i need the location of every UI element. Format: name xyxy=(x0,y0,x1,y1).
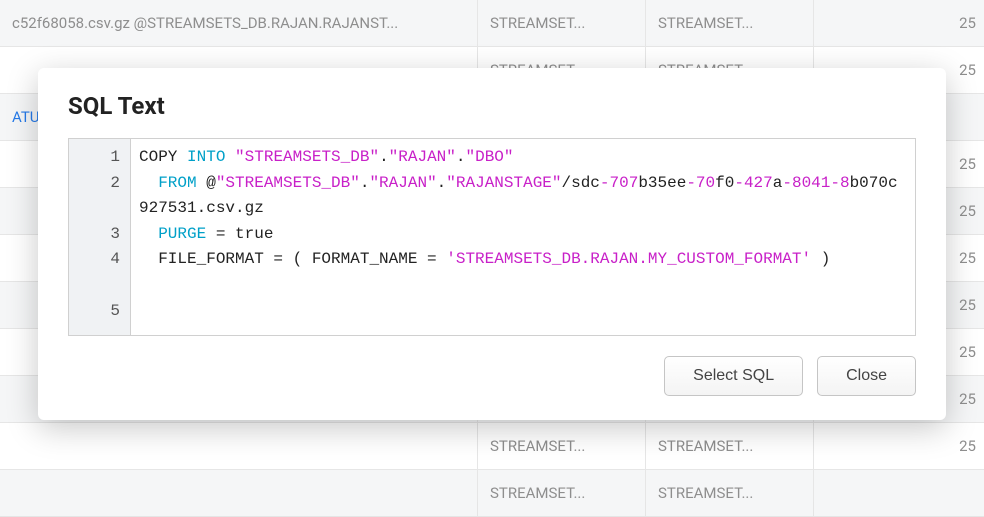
code-token: PURGE xyxy=(158,225,206,243)
code-token xyxy=(139,225,158,243)
line-number xyxy=(69,273,120,299)
code-token: "DBO" xyxy=(466,148,514,166)
code-token: "STREAMSETS_DB" xyxy=(235,148,379,166)
code-token: FROM xyxy=(158,174,196,192)
code-token: . xyxy=(456,148,466,166)
code-token: FILE_FORMAT = ( FORMAT_NAME = xyxy=(139,250,446,268)
line-number: 5 xyxy=(69,299,120,325)
code-token xyxy=(139,174,158,192)
code-token: . xyxy=(360,174,370,192)
code-token: . xyxy=(379,148,389,166)
dialog-title: SQL Text xyxy=(68,92,916,120)
code-token xyxy=(225,148,235,166)
code-token: . xyxy=(437,174,447,192)
code-token: b35ee xyxy=(638,174,686,192)
line-number: 3 xyxy=(69,222,120,248)
code-token: -707 xyxy=(600,174,638,192)
code-token: -427 xyxy=(734,174,772,192)
modal-overlay: SQL Text 12 34 5 COPY INTO "STREAMSETS_DB"… xyxy=(0,0,984,502)
line-number: 1 xyxy=(69,145,120,171)
code-token: "RAJAN" xyxy=(389,148,456,166)
code-token: @ xyxy=(197,174,216,192)
code-token: "STREAMSETS_DB" xyxy=(216,174,360,192)
code-token: = true xyxy=(206,225,273,243)
sql-text-dialog: SQL Text 12 34 5 COPY INTO "STREAMSETS_DB"… xyxy=(38,68,946,420)
code-token: 'STREAMSETS_DB.RAJAN.MY_CUSTOM_FORMAT' xyxy=(446,250,811,268)
code-token: ) xyxy=(811,250,830,268)
code-token: -8041-8 xyxy=(782,174,849,192)
sql-code-content[interactable]: COPY INTO "STREAMSETS_DB"."RAJAN"."DBO" … xyxy=(131,139,915,335)
code-token: /sdc xyxy=(562,174,600,192)
line-number xyxy=(69,196,120,222)
code-token: "RAJAN" xyxy=(369,174,436,192)
code-token: a xyxy=(773,174,783,192)
code-token: f0 xyxy=(715,174,734,192)
code-token: -70 xyxy=(686,174,715,192)
line-number: 2 xyxy=(69,171,120,197)
sql-code-editor[interactable]: 12345 COPY INTO "STREAMSETS_DB"."RAJAN".… xyxy=(68,138,916,336)
code-token: "RAJANSTAGE" xyxy=(446,174,561,192)
select-sql-button[interactable]: Select SQL xyxy=(664,356,803,396)
code-token: INTO xyxy=(187,148,225,166)
close-button[interactable]: Close xyxy=(817,356,916,396)
dialog-footer: Select SQL Close xyxy=(68,356,916,396)
line-number-gutter: 12 34 5 xyxy=(69,139,131,335)
code-token: COPY xyxy=(139,148,187,166)
line-number: 4 xyxy=(69,247,120,273)
